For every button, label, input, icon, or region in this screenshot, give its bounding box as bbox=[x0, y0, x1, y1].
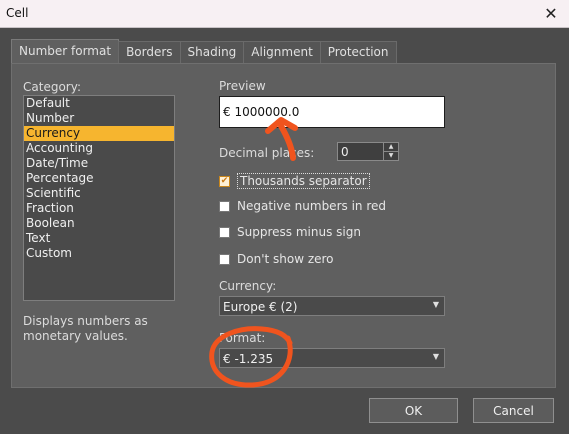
list-item[interactable]: Date/Time bbox=[24, 156, 174, 171]
close-icon[interactable]: ✕ bbox=[541, 3, 561, 23]
title-bar: Cell ✕ bbox=[0, 0, 569, 28]
list-item[interactable]: Boolean bbox=[24, 216, 174, 231]
tab-alignment[interactable]: Alignment bbox=[243, 41, 321, 63]
thousands-separator-label: Thousands separator bbox=[237, 173, 370, 189]
category-description: Displays numbers as monetary values. bbox=[23, 314, 148, 343]
list-item[interactable]: Scientific bbox=[24, 186, 174, 201]
decimal-places-stepper[interactable]: 0 ▲ ▼ bbox=[337, 142, 399, 161]
dont-show-zero-option[interactable]: Don't show zero bbox=[219, 252, 334, 266]
preview-box: € 1000000.0 bbox=[219, 96, 445, 128]
suppress-minus-option[interactable]: Suppress minus sign bbox=[219, 225, 361, 239]
format-label: Format: bbox=[219, 331, 266, 345]
negative-red-option[interactable]: Negative numbers in red bbox=[219, 199, 386, 213]
list-item-selected[interactable]: Currency bbox=[24, 126, 174, 141]
currency-label: Currency: bbox=[219, 279, 277, 293]
negative-red-label: Negative numbers in red bbox=[237, 199, 386, 213]
currency-value: Europe € (2) bbox=[223, 300, 298, 314]
checkmark-icon[interactable]: ✔ bbox=[219, 175, 230, 187]
list-item[interactable]: Number bbox=[24, 111, 174, 126]
cancel-button[interactable]: Cancel bbox=[473, 398, 554, 423]
preview-value: € 1000000.0 bbox=[223, 105, 300, 119]
decrement-icon[interactable]: ▼ bbox=[384, 152, 398, 160]
list-item[interactable]: Accounting bbox=[24, 141, 174, 156]
tab-number-format[interactable]: Number format bbox=[11, 39, 120, 63]
list-item[interactable]: Default bbox=[24, 96, 174, 111]
list-item[interactable]: Custom bbox=[24, 246, 174, 261]
decimal-places-label: Decimal places: bbox=[219, 146, 315, 160]
chevron-down-icon[interactable]: ▼ bbox=[433, 352, 439, 361]
stepper-buttons: ▲ ▼ bbox=[383, 143, 398, 160]
list-item[interactable]: Percentage bbox=[24, 171, 174, 186]
tab-shading[interactable]: Shading bbox=[179, 41, 245, 63]
preview-label: Preview bbox=[219, 79, 266, 93]
dont-show-zero-label: Don't show zero bbox=[237, 252, 334, 266]
chevron-down-icon[interactable]: ▼ bbox=[433, 300, 439, 309]
category-list[interactable]: Default Number Currency Accounting Date/… bbox=[23, 95, 175, 301]
tab-bar: Number format Borders Shading Alignment … bbox=[11, 39, 397, 64]
suppress-minus-checkbox[interactable] bbox=[219, 226, 230, 238]
tab-borders[interactable]: Borders bbox=[118, 41, 181, 63]
list-item[interactable]: Fraction bbox=[24, 201, 174, 216]
tab-protection[interactable]: Protection bbox=[319, 41, 397, 63]
decimal-places-value[interactable]: 0 bbox=[341, 145, 349, 159]
format-value: € -1.235 bbox=[223, 352, 274, 366]
list-item[interactable]: Text bbox=[24, 231, 174, 246]
format-select[interactable]: € -1.235 ▼ bbox=[219, 348, 445, 368]
ok-button[interactable]: OK bbox=[369, 398, 458, 423]
suppress-minus-label: Suppress minus sign bbox=[237, 225, 361, 239]
negative-red-checkbox[interactable] bbox=[219, 200, 230, 212]
thousands-separator-option[interactable]: ✔ Thousands separator bbox=[219, 173, 370, 189]
currency-select[interactable]: Europe € (2) ▼ bbox=[219, 296, 445, 316]
category-label: Category: bbox=[23, 80, 81, 94]
dont-show-zero-checkbox[interactable] bbox=[219, 253, 230, 265]
window-title: Cell bbox=[6, 6, 29, 20]
increment-icon[interactable]: ▲ bbox=[384, 143, 398, 152]
